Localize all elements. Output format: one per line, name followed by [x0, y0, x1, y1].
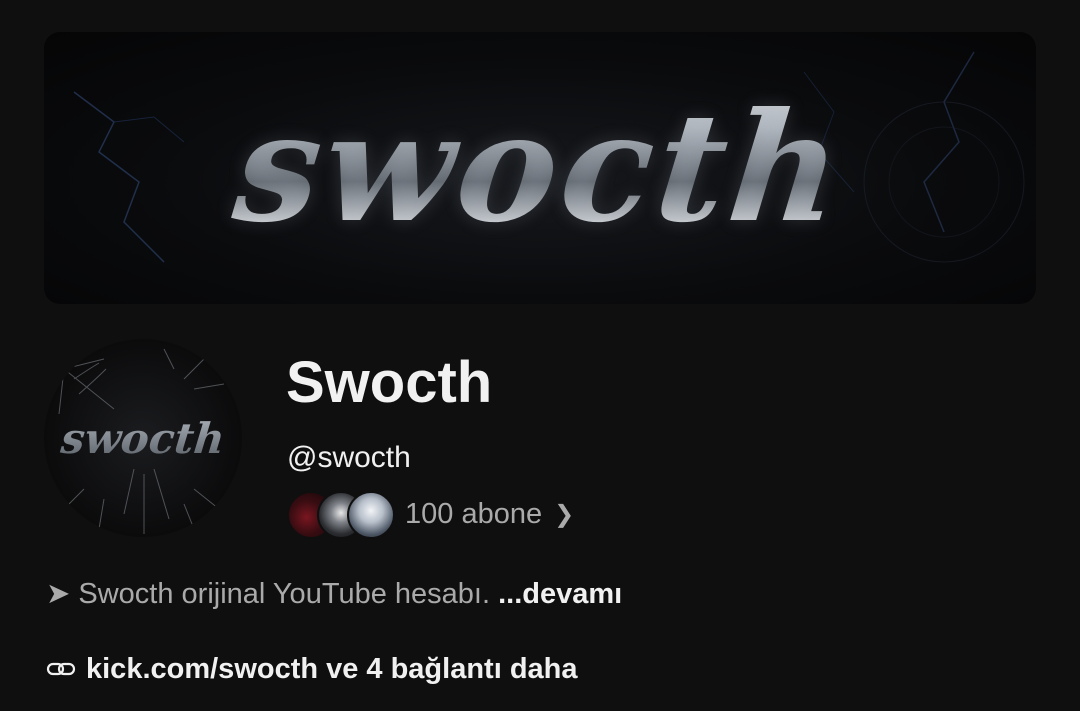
subscriber-avatars	[287, 491, 395, 539]
avatar-logo: swocth	[44, 339, 242, 537]
channel-banner: swocth	[44, 32, 1036, 304]
channel-name: Swocth	[286, 350, 493, 415]
channel-handle: @swocth	[287, 441, 411, 474]
channel-links[interactable]: kick.com/swocth ve 4 bağlantı daha	[46, 649, 578, 689]
link-icon	[46, 662, 76, 676]
more-links-button[interactable]: ve 4 bağlantı daha	[326, 653, 577, 686]
banner-logo: swocth	[44, 32, 1036, 304]
description-text: Swocth orijinal YouTube hesabı.	[78, 578, 491, 610]
chevron-right-icon: ❯	[554, 500, 575, 528]
subscribers-button[interactable]: 100 abone ❯	[287, 491, 575, 539]
description-more-button[interactable]: ...devamı	[498, 578, 622, 610]
description-bullet-icon: ➤	[46, 578, 71, 610]
channel-description[interactable]: ➤ Swocth orijinal YouTube hesabı. ...dev…	[46, 574, 622, 614]
subscriber-avatar-blue	[347, 491, 395, 539]
channel-avatar[interactable]: swocth	[44, 339, 242, 537]
primary-link[interactable]: kick.com/swocth	[86, 653, 318, 686]
subscriber-count: 100 abone	[405, 497, 543, 530]
